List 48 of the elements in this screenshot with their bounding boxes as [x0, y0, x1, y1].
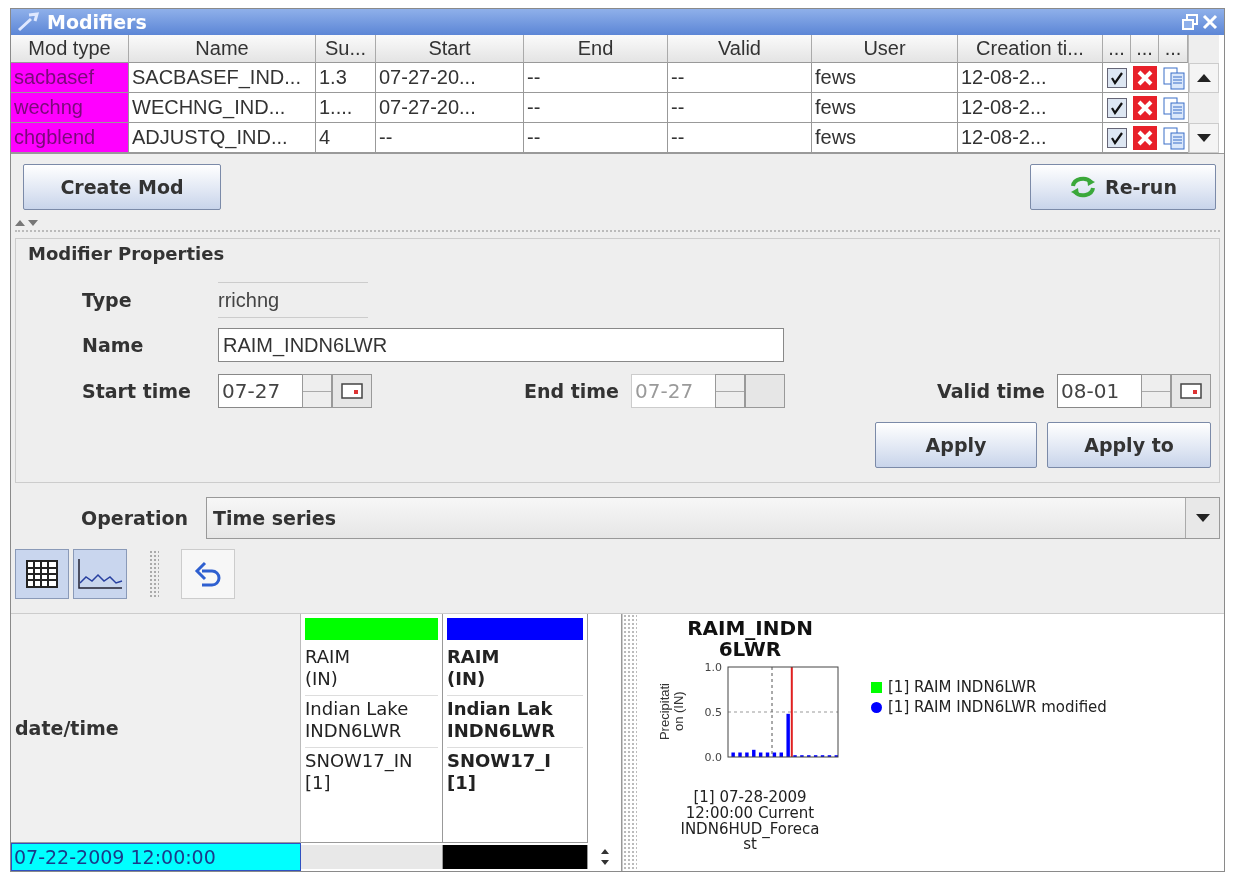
- parameter-label: RAIM (IN): [305, 644, 438, 697]
- field-label: End time: [524, 380, 619, 402]
- table-cell: 12-08-2...: [958, 63, 1103, 93]
- ensemble-label: SNOW17_IN [1]: [305, 749, 414, 795]
- table-cell: 12-08-2...: [958, 93, 1103, 123]
- column-header: date/time: [11, 614, 301, 843]
- table-cell: fews: [812, 123, 958, 153]
- table-cell: --: [376, 123, 524, 153]
- table-cell: --: [524, 123, 668, 153]
- table-cell: sacbasef: [11, 63, 129, 93]
- type-value: rrichng: [218, 282, 368, 318]
- chart-caption: [1] 07-28-2009 12:00:00 Current INDN6HUD_Foreca st: [680, 790, 820, 853]
- location-label: Indian Lak INDN6LWR: [447, 696, 583, 749]
- table-cell: --: [668, 63, 812, 93]
- table-cell: SACBASEF_IND...: [129, 63, 316, 93]
- field-label: Type: [82, 289, 133, 311]
- location-label: Indian Lake INDN6LWR: [305, 696, 438, 749]
- table-cell: 1....: [316, 93, 376, 123]
- legend-label: [1] RAIM INDN6LWR: [888, 678, 1037, 696]
- ensemble-label: SNOW17_I [1]: [447, 749, 552, 795]
- table-cell: 1.3: [316, 63, 376, 93]
- axis-label: Precipitati on (IN): [657, 683, 687, 741]
- table-cell: wechng: [11, 93, 129, 123]
- field-label: Valid time: [937, 380, 1045, 402]
- window-title: Modifiers: [47, 11, 147, 33]
- legend-label: [1] RAIM INDN6LWR modified: [888, 698, 1107, 716]
- section-title: Modifier Properties: [28, 243, 226, 264]
- table-cell: WECHNG_IND...: [129, 93, 316, 123]
- table-cell: 07-27-20...: [376, 63, 524, 93]
- table-cell: 12-08-2...: [958, 123, 1103, 153]
- table-cell: --: [524, 63, 668, 93]
- table-cell: 4: [316, 123, 376, 153]
- table-cell: --: [524, 93, 668, 123]
- parameter-label: RAIM (IN): [447, 644, 583, 697]
- table-cell: fews: [812, 63, 958, 93]
- table-cell: chgblend: [11, 123, 129, 153]
- table-cell: --: [668, 93, 812, 123]
- table-cell: 07-27-20...: [376, 93, 524, 123]
- tick-label: 1.0: [704, 661, 723, 674]
- field-label: Start time: [82, 380, 192, 402]
- tick-label: 0.5: [704, 706, 723, 719]
- table-cell: fews: [812, 93, 958, 123]
- chart-title: RAIM_INDN 6LWR: [687, 618, 813, 660]
- table-cell: --: [668, 123, 812, 153]
- tick-label: 0.0: [704, 751, 723, 764]
- field-label: Operation: [81, 507, 188, 529]
- table-cell: ADJUSTQ_IND...: [129, 123, 316, 153]
- field-label: Name: [82, 334, 145, 356]
